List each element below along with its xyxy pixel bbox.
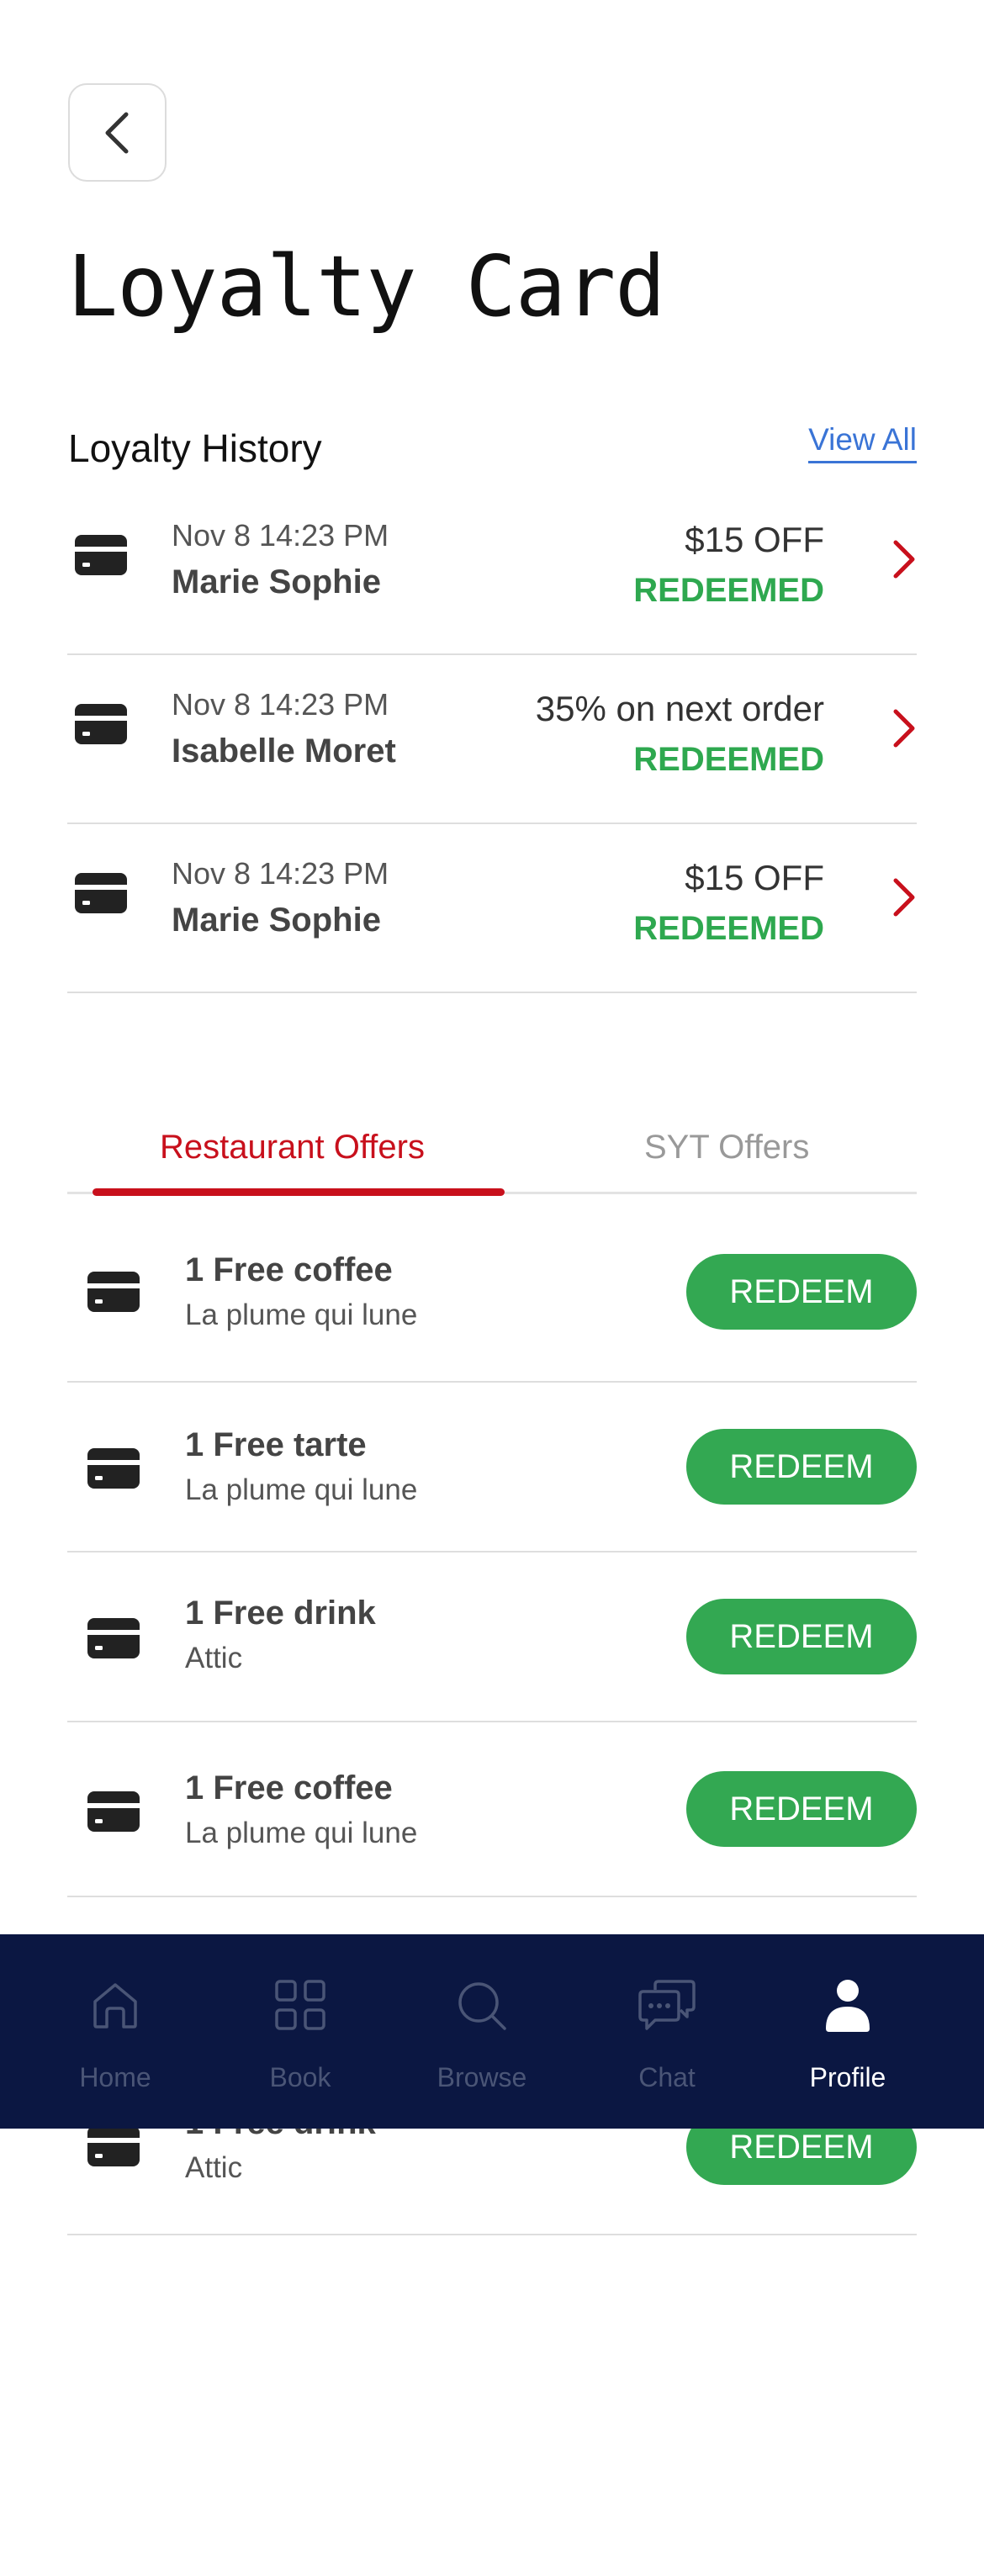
nav-chat-label: Chat	[638, 2062, 696, 2092]
credit-card-icon	[87, 1618, 140, 1658]
offer-place: La plume qui lune	[185, 1473, 418, 1506]
chevron-right-icon	[893, 878, 915, 917]
redeem-button[interactable]: REDEEM	[686, 1599, 917, 1674]
bottom-nav: Home Book Browse Chat Profile	[0, 1934, 984, 2129]
search-icon	[458, 1982, 506, 2030]
history-amount: $15 OFF	[685, 858, 824, 897]
offer-row: 1 Free drink Attic REDEEM	[67, 1552, 917, 1722]
offer-row: 1 Free coffee La plume qui lune REDEEM	[67, 1722, 917, 1897]
redeem-button[interactable]: REDEEM	[686, 1254, 917, 1330]
history-date: Nov 8 14:23 PM	[172, 687, 389, 722]
home-icon	[93, 1983, 137, 2029]
history-status: REDEEMED	[633, 741, 824, 778]
offer-name: 1 Free tarte	[185, 1426, 367, 1463]
credit-card-icon	[75, 535, 127, 575]
history-status: REDEEMED	[633, 910, 824, 947]
tab-syt-offers[interactable]: SYT Offers	[644, 1129, 809, 1166]
history-row[interactable]: Nov 8 14:23 PM Isabelle Moret 35% on nex…	[67, 655, 917, 824]
view-all-link[interactable]: View All	[808, 422, 917, 463]
page-title: Loyalty Card	[67, 237, 665, 336]
nav-home[interactable]: Home	[17, 1934, 214, 2129]
offer-place: Attic	[185, 2151, 243, 2184]
history-status: REDEEMED	[633, 572, 824, 609]
nav-profile-label: Profile	[809, 2062, 886, 2092]
nav-chat[interactable]: Chat	[569, 1934, 765, 2129]
offer-name: 1 Free coffee	[185, 1769, 393, 1806]
tab-restaurant-offers[interactable]: Restaurant Offers	[160, 1129, 425, 1166]
history-name: Marie Sophie	[172, 902, 381, 939]
nav-browse-label: Browse	[436, 2062, 527, 2092]
loyalty-history-title: Loyalty History	[68, 426, 322, 470]
chevron-right-icon	[893, 709, 915, 748]
chat-icon	[638, 1980, 696, 2030]
credit-card-icon	[87, 1448, 140, 1489]
offer-place: La plume qui lune	[185, 1817, 418, 1849]
offer-name: 1 Free drink	[185, 1595, 376, 1632]
history-row[interactable]: Nov 8 14:23 PM Marie Sophie $15 OFF REDE…	[67, 486, 917, 655]
history-row[interactable]: Nov 8 14:23 PM Marie Sophie $15 OFF REDE…	[67, 824, 917, 993]
credit-card-icon	[87, 1791, 140, 1832]
grid-icon	[275, 1980, 325, 2030]
nav-home-label: Home	[79, 2062, 151, 2092]
chevron-left-icon	[105, 112, 128, 153]
history-name: Isabelle Moret	[172, 733, 396, 770]
credit-card-icon	[75, 704, 127, 744]
offer-row: 1 Free coffee La plume qui lune REDEEM	[67, 1194, 917, 1383]
nav-profile[interactable]: Profile	[749, 1934, 946, 2129]
back-button[interactable]	[68, 83, 167, 182]
credit-card-icon	[87, 1272, 140, 1312]
nav-book[interactable]: Book	[202, 1934, 399, 2129]
offer-row: 1 Free tarte La plume qui lune REDEEM	[67, 1383, 917, 1552]
user-icon	[826, 1980, 870, 2032]
credit-card-icon	[75, 873, 127, 913]
history-date: Nov 8 14:23 PM	[172, 518, 389, 553]
history-amount: 35% on next order	[535, 689, 824, 728]
history-date: Nov 8 14:23 PM	[172, 856, 389, 891]
history-name: Marie Sophie	[172, 563, 381, 600]
offers-tabs: Restaurant Offers SYT Offers	[67, 1110, 917, 1196]
credit-card-icon	[87, 2126, 140, 2166]
chevron-right-icon	[893, 540, 915, 579]
offer-place: Attic	[185, 1642, 243, 1674]
offer-place: La plume qui lune	[185, 1299, 418, 1331]
redeem-button[interactable]: REDEEM	[686, 1771, 917, 1847]
redeem-button[interactable]: REDEEM	[686, 1429, 917, 1505]
history-amount: $15 OFF	[685, 520, 824, 559]
nav-browse[interactable]: Browse	[384, 1934, 580, 2129]
nav-book-label: Book	[269, 2062, 331, 2092]
offer-name: 1 Free coffee	[185, 1251, 393, 1288]
